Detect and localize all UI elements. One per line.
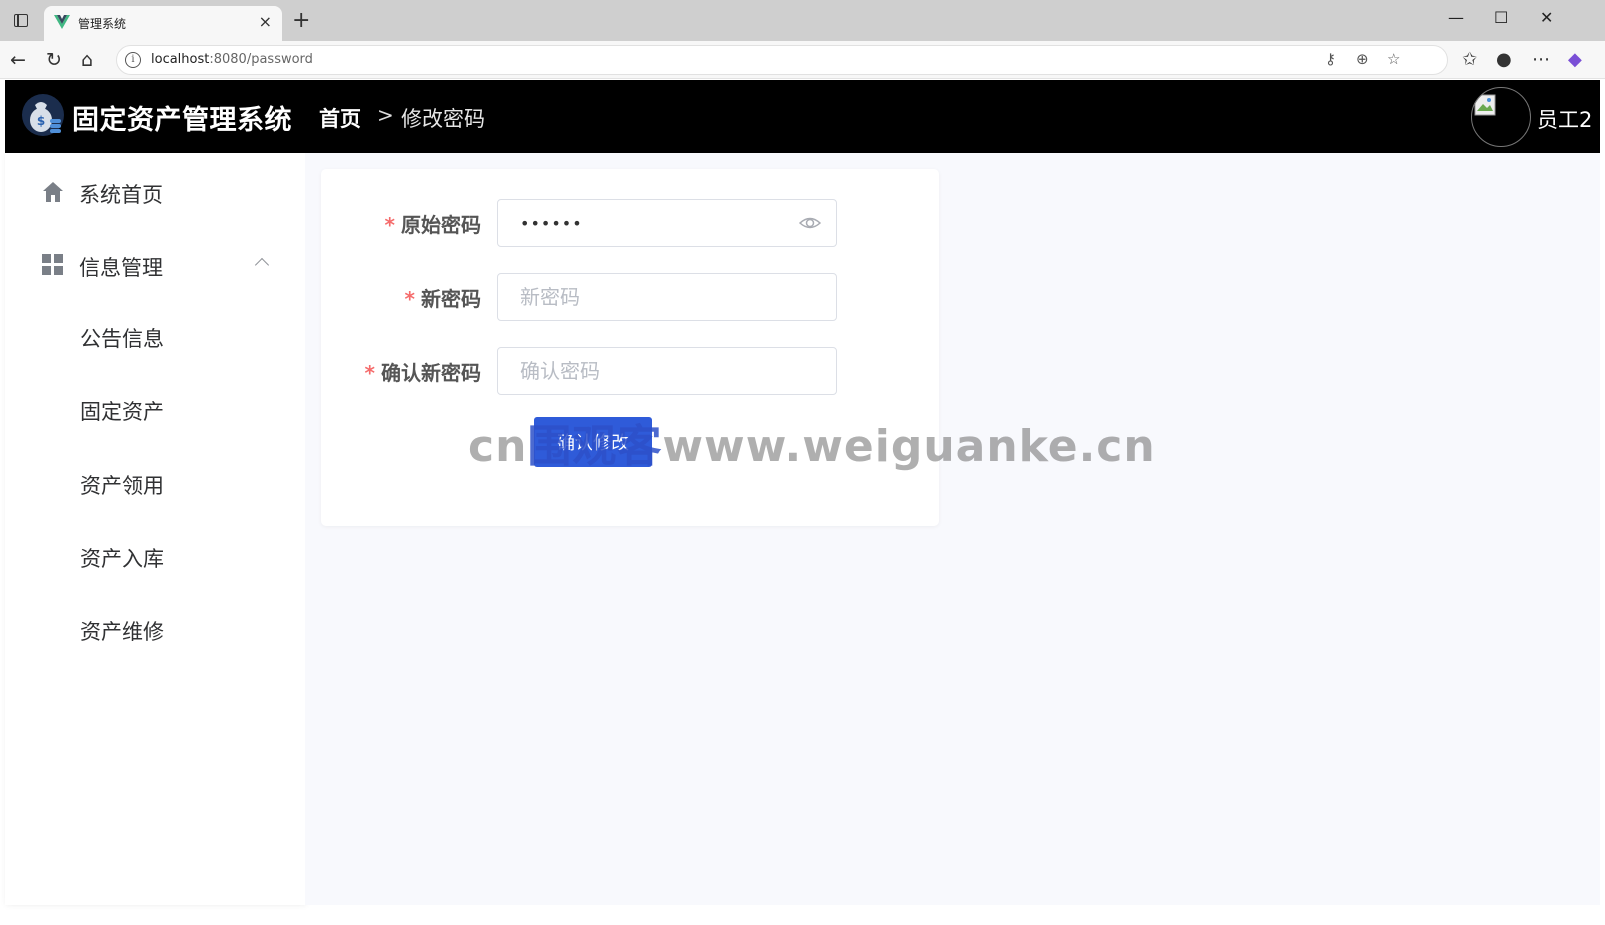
url-field[interactable]: i localhost:8080/password ⚷ ⊕ ☆	[116, 45, 1448, 75]
app-title: 固定资产管理系统	[72, 105, 292, 136]
sidebar-subitem-label: 资产维修	[80, 620, 164, 644]
required-mark: *	[364, 361, 375, 385]
sidebar-subitem-label: 固定资产	[80, 400, 164, 424]
favorites-icon[interactable]: ✩	[1462, 49, 1477, 70]
sidebar-item-notice[interactable]: 公告信息	[5, 307, 305, 367]
money-bag-logo-icon: $	[22, 94, 64, 136]
sidebar-subitem-label: 公告信息	[80, 327, 164, 351]
tab-title: 管理系统	[78, 17, 127, 31]
tab-close-icon[interactable]: ×	[259, 12, 272, 31]
minimize-button[interactable]: —	[1448, 8, 1464, 27]
main-content: *原始密码 *新密码 *确认新密码 确认修改	[305, 153, 1600, 905]
profile-icon[interactable]: ●	[1496, 49, 1512, 70]
eye-icon[interactable]	[799, 212, 821, 234]
chevron-up-icon[interactable]	[254, 257, 270, 273]
watermark: cn围观客www.weiguanke.cn	[468, 421, 1156, 472]
new-password-label: * 新密码	[404, 287, 481, 311]
confirm-password-label: * 确认新密码	[364, 361, 481, 385]
tab-actions-icon[interactable]	[14, 14, 28, 27]
window-close-button[interactable]: ✕	[1540, 8, 1553, 27]
new-tab-button[interactable]: +	[292, 8, 310, 34]
sidebar-item-asset-repair[interactable]: 资产维修	[5, 600, 305, 660]
sidebar-item-asset-storage[interactable]: 资产入库	[5, 527, 305, 587]
form-row-confirm-password: * 确认新密码	[321, 347, 939, 395]
sidebar-item-asset-requisition[interactable]: 资产领用	[5, 454, 305, 514]
maximize-button[interactable]: ☐	[1494, 8, 1508, 27]
back-arrow-icon[interactable]: ←	[10, 49, 26, 71]
breadcrumb-current: 修改密码	[401, 107, 485, 131]
old-password-input[interactable]	[497, 199, 837, 247]
url-text: localhost:8080/password	[151, 52, 313, 67]
required-mark: *	[384, 213, 395, 237]
svg-text:$: $	[37, 114, 45, 128]
copilot-icon[interactable]: ◆	[1568, 49, 1582, 70]
required-mark: *	[404, 287, 415, 311]
vue-logo-icon	[54, 15, 70, 29]
sidebar: 系统首页 信息管理 公告信息 固定资产 资产领用 资产入库 资产维修	[5, 153, 305, 905]
sidebar-subitem-label: 资产入库	[80, 547, 164, 571]
home-icon	[43, 182, 63, 202]
site-info-icon[interactable]: i	[125, 52, 141, 68]
confirm-password-input[interactable]	[497, 347, 837, 395]
form-row-old-password: * 原始密码	[321, 199, 939, 247]
sidebar-item-label: 系统首页	[79, 183, 163, 207]
app-header: $ 固定资产管理系统 首页 > 修改密码 员工2	[5, 80, 1600, 153]
sidebar-subitem-label: 资产领用	[80, 474, 164, 498]
user-name[interactable]: 员工2	[1537, 104, 1592, 134]
browser-tab[interactable]: 管理系统 ×	[44, 6, 282, 41]
sidebar-item-label: 信息管理	[79, 256, 163, 280]
broken-image-icon	[1474, 94, 1496, 116]
more-menu-icon[interactable]: ⋯	[1532, 49, 1550, 70]
password-key-icon[interactable]: ⚷	[1325, 50, 1336, 68]
home-browser-icon[interactable]: ⌂	[81, 49, 93, 71]
browser-tab-bar: 管理系统 × + — ☐ ✕	[0, 0, 1605, 41]
sidebar-item-info-management[interactable]: 信息管理	[5, 236, 305, 296]
zoom-icon[interactable]: ⊕	[1356, 50, 1369, 68]
grid-icon	[42, 254, 63, 275]
form-row-new-password: * 新密码	[321, 273, 939, 321]
address-bar-row: ← ↻ ⌂ i localhost:8080/password ⚷ ⊕ ☆ ✩ …	[0, 41, 1605, 79]
old-password-label: * 原始密码	[384, 213, 481, 237]
breadcrumb-separator: >	[377, 103, 394, 127]
sidebar-item-home[interactable]: 系统首页	[5, 163, 305, 223]
sidebar-item-fixed-assets[interactable]: 固定资产	[5, 380, 305, 440]
reload-icon[interactable]: ↻	[46, 49, 62, 71]
breadcrumb-home[interactable]: 首页	[319, 103, 361, 133]
avatar[interactable]	[1471, 87, 1531, 147]
favorite-star-icon[interactable]: ☆	[1387, 50, 1400, 68]
new-password-input[interactable]	[497, 273, 837, 321]
